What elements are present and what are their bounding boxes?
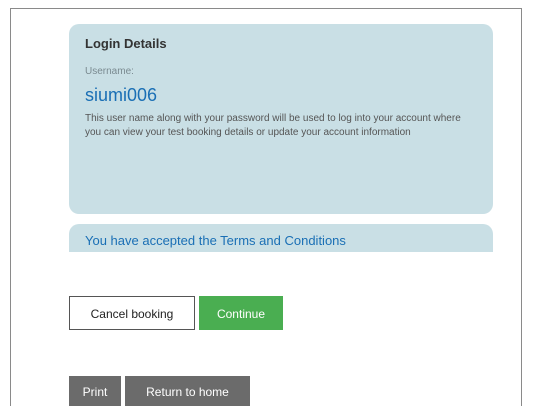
cancel-booking-button[interactable]: Cancel booking — [69, 296, 195, 330]
return-to-home-button[interactable]: Return to home — [125, 376, 250, 406]
login-description: This user name along with your password … — [85, 113, 461, 138]
print-button[interactable]: Print — [69, 376, 121, 406]
terms-accepted-text: You have accepted the Terms and Conditio… — [85, 233, 346, 248]
username-value: siumi006 — [85, 85, 158, 105]
continue-button[interactable]: Continue — [199, 296, 283, 330]
login-details-title: Login Details — [85, 36, 167, 51]
login-details-panel: Login Details Username: siumi006 This us… — [69, 24, 493, 214]
username-label: Username: — [85, 66, 134, 77]
terms-panel: You have accepted the Terms and Conditio… — [69, 224, 493, 252]
